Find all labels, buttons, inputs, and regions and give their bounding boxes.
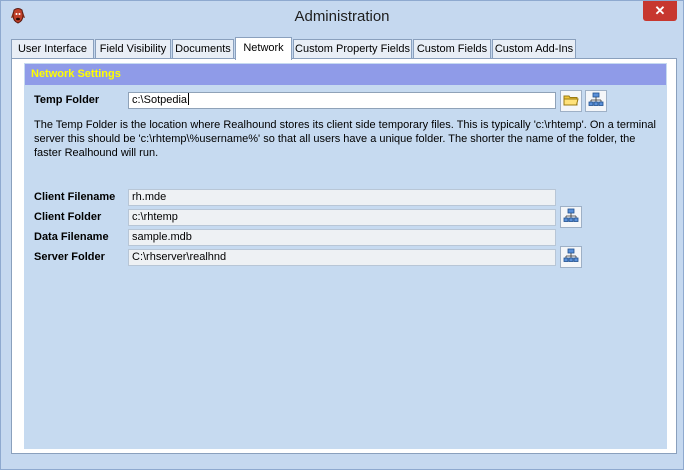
client-folder-field[interactable]: c:\rhtemp — [128, 209, 556, 226]
tab-strip: User Interface Field Visibility Document… — [11, 37, 677, 60]
tab-user-interface[interactable]: User Interface — [11, 39, 94, 58]
title-bar: Administration ✕ — [1, 1, 683, 32]
network-settings-area: Network Settings Temp Folder c:\Sotpedia — [24, 63, 667, 449]
network-icon — [563, 248, 579, 267]
tab-network[interactable]: Network — [235, 37, 292, 60]
tab-custom-add-ins[interactable]: Custom Add-Ins — [492, 39, 576, 58]
data-filename-label: Data Filename — [34, 231, 109, 243]
tab-documents[interactable]: Documents — [172, 39, 234, 58]
tab-custom-property-fields[interactable]: Custom Property Fields — [293, 39, 412, 58]
close-icon: ✕ — [654, 3, 666, 18]
network-client-folder-button[interactable] — [560, 206, 582, 228]
data-filename-field[interactable]: sample.mdb — [128, 229, 556, 246]
temp-folder-label: Temp Folder — [34, 94, 100, 106]
window-title: Administration — [294, 8, 390, 25]
administration-window: Administration ✕ User Interface Field Vi… — [0, 0, 684, 470]
network-icon — [588, 92, 604, 111]
close-button[interactable]: ✕ — [643, 1, 677, 21]
client-folder-label: Client Folder — [34, 211, 102, 223]
section-title: Network Settings — [25, 64, 666, 85]
text-caret — [188, 93, 190, 105]
temp-folder-description: The Temp Folder is the location where Re… — [34, 119, 656, 159]
network-tab-panel: Network Settings Temp Folder c:\Sotpedia — [11, 58, 677, 454]
temp-folder-input[interactable]: c:\Sotpedia — [128, 92, 556, 109]
network-icon — [563, 208, 579, 227]
server-folder-label: Server Folder — [34, 251, 105, 263]
browse-temp-folder-button[interactable] — [560, 90, 582, 112]
client-filename-label: Client Filename — [34, 191, 116, 203]
tab-custom-fields[interactable]: Custom Fields — [413, 39, 491, 58]
folder-icon — [563, 93, 579, 110]
server-folder-field[interactable]: C:\rhserver\realhnd — [128, 249, 556, 266]
tab-field-visibility[interactable]: Field Visibility — [95, 39, 171, 58]
network-temp-folder-button[interactable] — [585, 90, 607, 112]
client-filename-field[interactable]: rh.mde — [128, 189, 556, 206]
network-server-folder-button[interactable] — [560, 246, 582, 268]
